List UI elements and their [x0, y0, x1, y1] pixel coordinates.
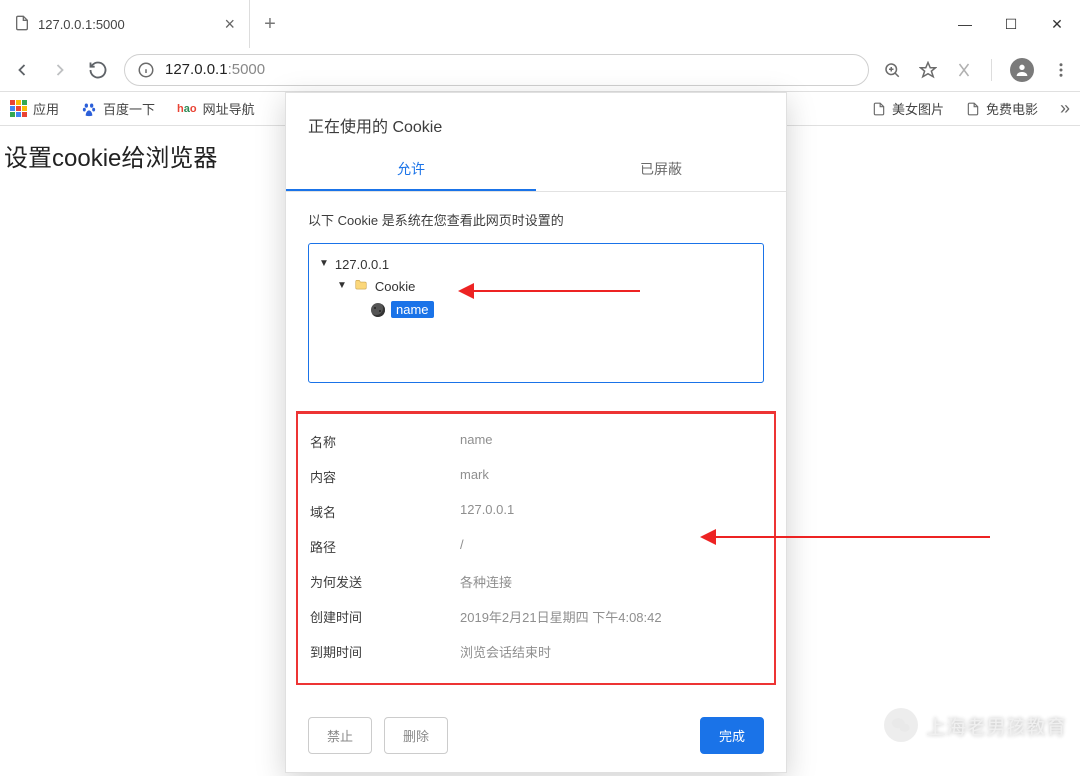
detail-row-name: 名称name [310, 424, 762, 459]
delete-button[interactable]: 删除 [384, 717, 448, 754]
detail-row-expiry: 到期时间浏览会话结束时 [310, 634, 762, 669]
new-tab-button[interactable]: + [250, 0, 290, 48]
site-info-icon[interactable] [137, 61, 155, 79]
window-controls: — ☐ ✕ [942, 0, 1080, 48]
bookmark-item-1[interactable]: 美女图片 [872, 99, 944, 118]
detail-row-content: 内容mark [310, 459, 762, 494]
url-port: :5000 [228, 61, 266, 78]
dialog-description: 以下 Cookie 是系统在您查看此网页时设置的 [286, 192, 786, 243]
detail-label: 域名 [310, 502, 460, 521]
detail-row-created: 创建时间2019年2月21日星期四 下午4:08:42 [310, 599, 762, 634]
detail-label: 名称 [310, 432, 460, 451]
annotation-arrow [460, 290, 640, 292]
detail-value: 2019年2月21日星期四 下午4:08:42 [460, 607, 662, 626]
tab-blocked[interactable]: 已屏蔽 [536, 149, 786, 191]
triangle-down-icon: ▼ [319, 258, 329, 269]
baidu-icon [81, 101, 97, 117]
detail-label: 为何发送 [310, 572, 460, 591]
forward-button[interactable] [48, 58, 72, 82]
browser-tab[interactable]: 127.0.0.1:5000 × [0, 0, 250, 48]
toolbar-separator [991, 59, 992, 81]
address-bar[interactable]: 127.0.0.1:5000 [124, 54, 869, 86]
browser-titlebar: 127.0.0.1:5000 × + — ☐ ✕ [0, 0, 1080, 48]
watermark-text: 上海老男孩教育 [926, 711, 1066, 740]
bookmark-hao[interactable]: hao 网址导航 [177, 99, 255, 118]
detail-value: 浏览会话结束时 [460, 642, 551, 661]
tab-title: 127.0.0.1:5000 [38, 17, 125, 32]
detail-label: 路径 [310, 537, 460, 556]
bookmark-baidu[interactable]: 百度一下 [81, 99, 155, 118]
detail-row-domain: 域名127.0.0.1 [310, 494, 762, 529]
tree-cookie-row[interactable]: name [315, 298, 757, 321]
tree-host-row[interactable]: ▼ 127.0.0.1 [315, 254, 757, 275]
zoom-icon[interactable] [883, 61, 901, 79]
url-host: 127.0.0.1 [165, 61, 228, 78]
done-button[interactable]: 完成 [700, 717, 764, 754]
hao-icon: hao [177, 103, 197, 115]
detail-row-send: 为何发送各种连接 [310, 564, 762, 599]
wechat-icon [884, 708, 918, 742]
page-heading: 设置cookie给浏览器 [0, 138, 221, 173]
bookmark-apps[interactable]: 应用 [10, 99, 59, 118]
menu-icon[interactable] [1052, 61, 1070, 79]
triangle-down-icon: ▼ [337, 280, 347, 291]
watermark: 上海老男孩教育 [884, 708, 1066, 742]
star-icon[interactable] [919, 61, 937, 79]
bookmark-label: 网址导航 [203, 99, 255, 118]
block-button[interactable]: 禁止 [308, 717, 372, 754]
bookmark-label: 应用 [33, 99, 59, 118]
bookmarks-overflow-icon[interactable]: » [1060, 98, 1070, 119]
reload-button[interactable] [86, 58, 110, 82]
tree-folder-row[interactable]: ▼ Cookie [315, 275, 757, 298]
bookmark-label: 美女图片 [892, 99, 944, 118]
cookie-icon [371, 303, 385, 317]
close-tab-icon[interactable]: × [224, 14, 235, 35]
detail-label: 到期时间 [310, 642, 460, 661]
extension-icon[interactable] [955, 61, 973, 79]
cookies-dialog: 正在使用的 Cookie 允许 已屏蔽 以下 Cookie 是系统在您查看此网页… [285, 92, 787, 773]
apps-grid-icon [10, 100, 27, 117]
detail-value: 127.0.0.1 [460, 502, 514, 521]
page-icon [14, 15, 30, 34]
detail-label: 内容 [310, 467, 460, 486]
folder-icon [353, 278, 369, 295]
dialog-actions: 禁止 删除 完成 [286, 701, 786, 754]
back-button[interactable] [10, 58, 34, 82]
dialog-tabs: 允许 已屏蔽 [286, 149, 786, 192]
profile-avatar[interactable] [1010, 58, 1034, 82]
minimize-button[interactable]: — [942, 0, 988, 48]
close-window-button[interactable]: ✕ [1034, 0, 1080, 48]
cookie-details: 名称name 内容mark 域名127.0.0.1 路径/ 为何发送各种连接 创… [296, 411, 776, 685]
annotation-arrow [702, 536, 990, 538]
tree-cookie-label: name [391, 301, 434, 318]
toolbar-right-icons [883, 58, 1070, 82]
tree-folder-label: Cookie [375, 279, 415, 294]
tab-allowed[interactable]: 允许 [286, 149, 536, 191]
detail-value: name [460, 432, 493, 451]
cookie-tree[interactable]: ▼ 127.0.0.1 ▼ Cookie name [308, 243, 764, 383]
detail-value: mark [460, 467, 489, 486]
dialog-title: 正在使用的 Cookie [286, 93, 786, 149]
maximize-button[interactable]: ☐ [988, 0, 1034, 48]
detail-label: 创建时间 [310, 607, 460, 626]
tree-host-label: 127.0.0.1 [335, 257, 389, 272]
bookmark-label: 免费电影 [986, 99, 1038, 118]
toolbar: 127.0.0.1:5000 [0, 48, 1080, 92]
bookmark-item-2[interactable]: 免费电影 [966, 99, 1038, 118]
bookmark-label: 百度一下 [103, 99, 155, 118]
detail-value: / [460, 537, 464, 556]
detail-value: 各种连接 [460, 572, 512, 591]
